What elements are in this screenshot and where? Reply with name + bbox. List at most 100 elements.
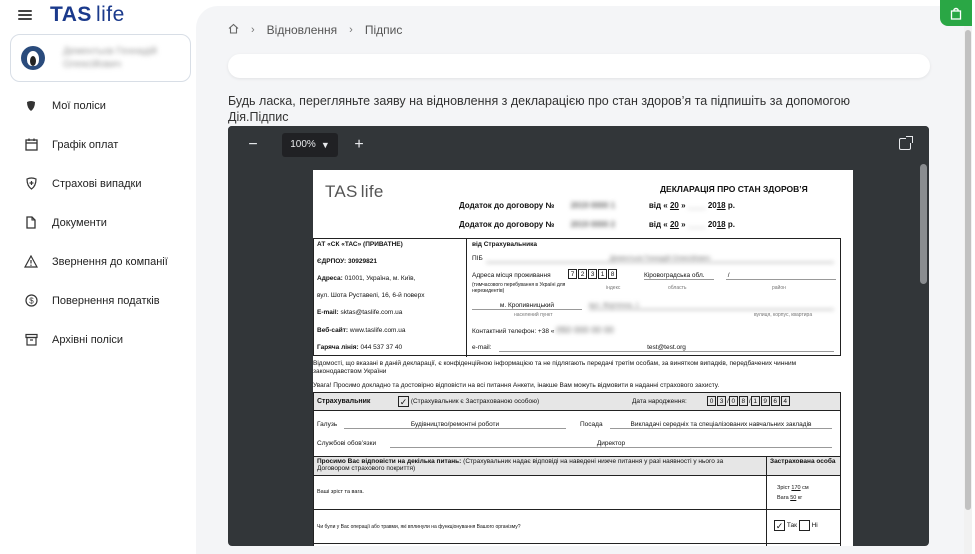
- pib-value: Дементьєв Геннадій Олексійович: [486, 255, 834, 263]
- settlement-caption: населений пункт: [514, 312, 553, 318]
- company-website: Веб-сайт: www.taslife.com.ua: [317, 327, 406, 334]
- sidebar-item-tax-return[interactable]: $ Повернення податків: [0, 281, 200, 320]
- home-icon[interactable]: [228, 23, 239, 37]
- no-checkbox[interactable]: [798, 520, 810, 531]
- region-value: Кіровоградська обл.: [644, 272, 714, 280]
- sidebar: TAS life Дементьєв Геннадій Олексійович М…: [0, 0, 200, 554]
- edrpou: ЄДРПОУ: 30929821: [317, 258, 377, 265]
- industry-label: Галузь: [317, 421, 338, 428]
- sidebar-item-label: Звернення до компанії: [52, 255, 168, 268]
- addendum-row-2: Додаток до договору № 2019 0000 2 від « …: [459, 220, 735, 229]
- district-caption: район: [772, 285, 786, 291]
- open-external-icon[interactable]: [899, 136, 913, 150]
- zoom-in-button[interactable]: +: [348, 136, 370, 154]
- email-value: test@test.org: [499, 344, 834, 352]
- height-row: Зріст 170 см: [777, 485, 809, 491]
- insured-column-header: Застрахована особа: [770, 458, 836, 465]
- user-card[interactable]: Дементьєв Геннадій Олексійович: [10, 34, 191, 82]
- instruction-text: Будь ласка, перегляньте заяву на відновл…: [228, 94, 851, 124]
- sidebar-item-label: Архівні поліси: [52, 333, 124, 346]
- sidebar-item-archive[interactable]: Архівні поліси: [0, 320, 200, 359]
- yes-no-row: ✓ Так Ні: [774, 520, 818, 531]
- zoom-select[interactable]: 100% ▼: [282, 132, 338, 157]
- address-line-2: вул. Шота Руставелі, 16, 6-й поверх: [317, 292, 425, 299]
- pdf-viewer[interactable]: − 100% ▼ + TAS life ДЕКЛАРАЦІЯ ПРО СТАН ЗД…: [228, 126, 929, 546]
- question-1: Ваші зріст та вага.: [317, 489, 364, 495]
- region-caption: область: [668, 285, 687, 291]
- confidentiality-notice: Відомості, що вказані в даній декларації…: [313, 360, 797, 375]
- chevron-down-icon: ▼: [320, 139, 330, 150]
- city-value: м. Кропивницький: [472, 302, 582, 310]
- duties-label: Службові обов’язки: [317, 440, 377, 447]
- pib-label: ПІБ: [472, 255, 483, 262]
- yes-checkbox[interactable]: ✓: [774, 520, 785, 531]
- sidebar-nav: Мої поліси Графік оплат Страхові випадки…: [0, 86, 200, 359]
- doc-logo: TAS life: [325, 182, 384, 201]
- main-content: › Відновлення › Підпис Будь ласка, перег…: [196, 6, 968, 554]
- checkbox-checked[interactable]: ✓: [398, 396, 409, 407]
- pdf-page: TAS life ДЕКЛАРАЦІЯ ПРО СТАН ЗДОРОВ’Я Дод…: [313, 170, 853, 546]
- sidebar-item-requests[interactable]: Звернення до компанії: [0, 242, 200, 281]
- pdf-scrollbar[interactable]: [920, 164, 927, 284]
- index-caption: індекс: [606, 285, 621, 291]
- birth-date-label: Дата народження:: [632, 398, 687, 405]
- logo[interactable]: TAS life: [50, 3, 125, 27]
- document-icon: [24, 216, 38, 230]
- calendar-icon: [24, 138, 38, 152]
- shield-filled-icon: [24, 99, 38, 113]
- questions-header: Просимо Вас відповісти на декілька питан…: [317, 458, 724, 472]
- questionnaire-table: Страхувальник ✓ (Страхувальник є Застрах…: [313, 392, 841, 546]
- residence-note: (тимчасового перебування в Україні для н…: [472, 282, 566, 294]
- sidebar-item-label: Графік оплат: [52, 138, 119, 151]
- street-caption: вулиця, корпус, квартира: [754, 312, 813, 318]
- info-table: АТ «СК «ТАС» (ПРИВАТНЕ) ЄДРПОУ: 30929821…: [313, 238, 841, 357]
- page-scrollbar[interactable]: [964, 0, 972, 554]
- zoom-value: 100%: [290, 139, 316, 150]
- warning-notice: Увага! Просимо докладно та достовірно ві…: [313, 382, 720, 389]
- insurer-label: Страхувальник: [317, 398, 371, 405]
- dollar-icon: $: [24, 294, 38, 308]
- chevron-right-icon: ›: [251, 24, 255, 36]
- warning-icon: [24, 255, 38, 269]
- scrollbar-thumb[interactable]: [965, 30, 971, 510]
- position-value: Викладачі середніх та спеціалізованих на…: [610, 421, 832, 429]
- birth-date-boxes: 0 3/0 8/1 9 6 4: [707, 396, 791, 406]
- breadcrumb: › Відновлення › Підпис: [228, 23, 402, 37]
- pdf-toolbar: − 100% ▼ +: [228, 126, 929, 163]
- industry-value: Будівництво/ремонтні роботи: [344, 421, 566, 429]
- bag-icon[interactable]: [940, 0, 972, 26]
- sidebar-item-label: Документи: [52, 216, 107, 229]
- sidebar-item-label: Мої поліси: [52, 99, 106, 112]
- zoom-out-button[interactable]: −: [242, 136, 264, 154]
- archive-icon: [24, 333, 38, 347]
- sidebar-item-documents[interactable]: Документи: [0, 203, 200, 242]
- company-name: АТ «СК «ТАС» (ПРИВАТНЕ): [317, 241, 403, 248]
- from-insurer-label: від Страхувальника: [472, 241, 537, 248]
- sidebar-item-payments[interactable]: Графік оплат: [0, 125, 200, 164]
- breadcrumb-item[interactable]: Відновлення: [267, 23, 338, 37]
- insurer-checkbox-row: ✓ (Страхувальник є Застрахованою особою): [398, 396, 540, 407]
- sidebar-item-policies[interactable]: Мої поліси: [0, 86, 200, 125]
- chevron-right-icon: ›: [349, 24, 353, 36]
- user-name: Дементьєв Геннадій Олексійович: [63, 46, 157, 70]
- question-2: Чи були у Вас операції або травми, які в…: [317, 524, 521, 530]
- avatar: [21, 46, 45, 70]
- svg-text:$: $: [29, 296, 34, 305]
- duties-value: Директор: [390, 440, 832, 448]
- company-hotline: Гаряча лінія: 044 537 37 40: [317, 344, 403, 351]
- breadcrumb-item: Підпис: [364, 23, 403, 37]
- weight-row: Вага 50 кг: [777, 495, 803, 501]
- addendum-row-1: Додаток до договору № 2019 0000 1 від « …: [459, 201, 735, 210]
- sidebar-item-label: Страхові випадки: [52, 177, 142, 190]
- sidebar-item-claims[interactable]: Страхові випадки: [0, 164, 200, 203]
- position-label: Посада: [580, 421, 603, 428]
- email-label: e-mail:: [472, 344, 492, 351]
- shield-plus-icon: [24, 177, 38, 191]
- sidebar-item-label: Повернення податків: [52, 294, 160, 307]
- address-line-1: Адреса: 01001, Україна, м. Київ,: [317, 275, 416, 282]
- menu-icon[interactable]: [18, 10, 32, 20]
- company-email: E-mail: sktas@taslife.com.ua: [317, 309, 403, 316]
- phone-row: Контактний телефон: +38 « 050 000 00 00: [472, 325, 614, 335]
- progress-bar: [228, 54, 930, 78]
- doc-title: ДЕКЛАРАЦІЯ ПРО СТАН ЗДОРОВ’Я: [660, 184, 808, 194]
